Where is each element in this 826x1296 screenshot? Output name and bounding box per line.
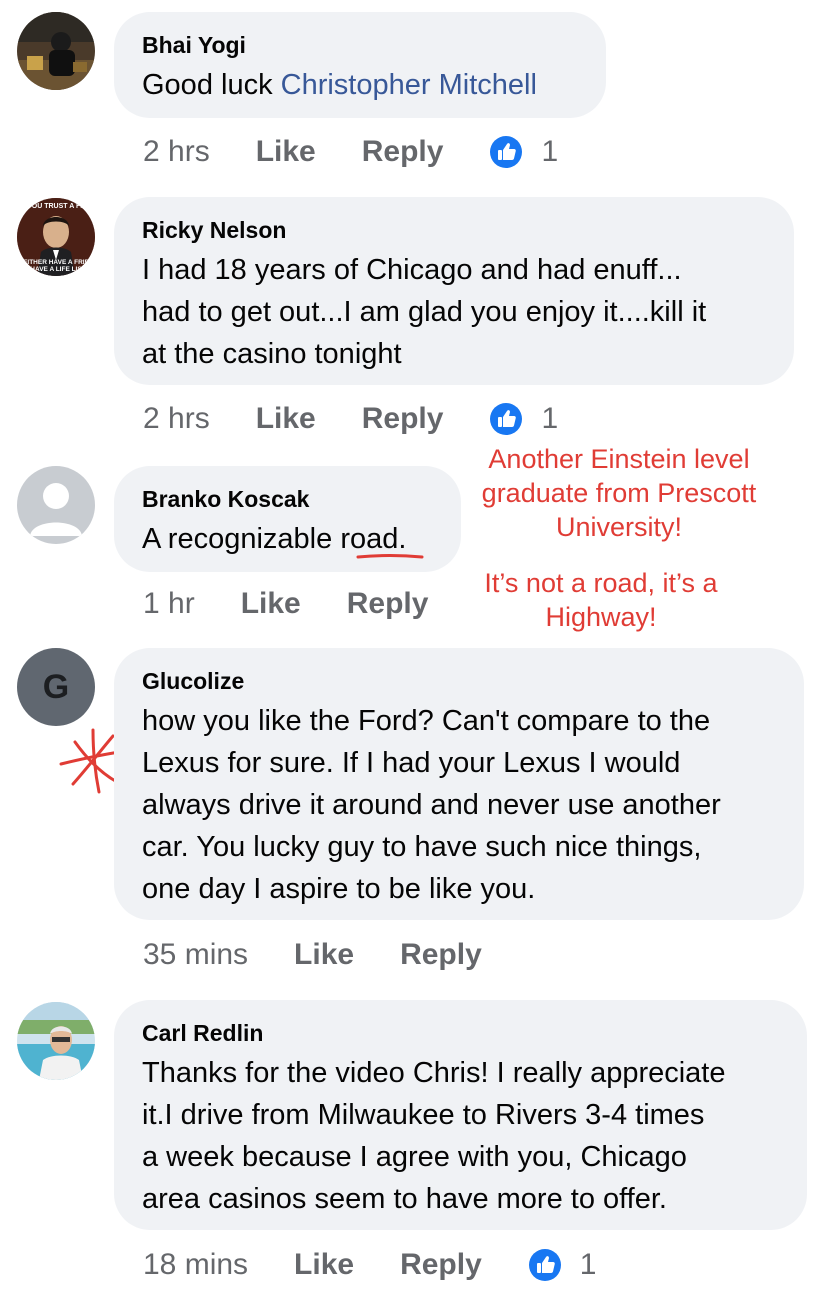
like-reaction-icon [528,1249,561,1281]
reply-button[interactable]: Reply [347,587,429,621]
comment-text-line: Lexus for sure. If I had your Lexus I wo… [142,747,681,779]
avatar-caption-bottom: NEITHER HAVE A FRIEN [18,259,94,266]
reaction-summary[interactable]: 1 [489,135,558,169]
default-avatar-icon [17,466,95,544]
avatar-caption-bottom-2: HAVE A LIFE LIS [30,266,82,273]
annotation-line: graduate from Prescott [481,478,757,508]
like-reaction-icon [490,136,523,168]
like-button[interactable]: Like [256,135,316,169]
like-button[interactable]: Like [256,402,316,436]
avatar-branko-koscak[interactable] [17,466,95,544]
annotation-note-1: Another Einstein level graduate from Pre… [462,442,776,544]
annotation-line: Another Einstein level [488,444,750,474]
comment-timestamp[interactable]: 18 mins [143,1248,248,1282]
comment-author[interactable]: Branko Koscak [142,486,433,512]
comment-text-line: a week because I agree with you, Chicago [142,1141,687,1173]
comment-text-line: how you like the Ford? Can't compare to … [142,705,711,737]
red-underline-mark [356,554,424,559]
avatar-carl-redlin[interactable] [17,1002,95,1080]
annotation-line: It’s not a road, it’s a [484,568,718,598]
comment-actions: 1 hr Like Reply [143,584,474,624]
like-button[interactable]: Like [294,1248,354,1282]
comment-text-line: area casinos seem to have more to offer. [142,1183,667,1215]
comment-text-line: car. You lucky guy to have such nice thi… [142,831,702,863]
reaction-summary[interactable]: 1 [489,402,558,436]
reply-button[interactable]: Reply [362,402,444,436]
underlined-word: road [340,523,399,555]
annotation-note-2: It’s not a road, it’s a Highway! [456,566,746,634]
comment-timestamp[interactable]: 35 mins [143,938,248,972]
avatar-photo: YOU TRUST A FE NEITHER HAVE A FRIEN HAVE… [17,198,95,276]
reaction-count: 1 [541,402,559,435]
avatar-letter: G [42,667,70,706]
comment-text-line: it.I drive from Milwaukee to Rivers 3-4 … [142,1099,705,1131]
comment-bubble-ricky-nelson: Ricky Nelson I had 18 years of Chicago a… [114,197,794,385]
comment-bubble-glucolize: Glucolize how you like the Ford? Can't c… [114,648,804,920]
like-button[interactable]: Like [241,587,301,621]
comment-timestamp[interactable]: 1 hr [143,587,195,621]
reaction-count: 1 [541,135,559,168]
like-reaction-icon [490,403,523,435]
avatar-caption-top: YOU TRUST A FE [27,203,85,210]
comment-author[interactable]: Carl Redlin [142,1020,779,1046]
comment-text-body: Good luck [142,69,281,101]
comment-timestamp[interactable]: 2 hrs [143,402,210,436]
avatar-photo [17,1002,95,1080]
comment-text-line: Thanks for the video Chris! I really app… [142,1057,726,1089]
annotation-line: University! [555,512,683,542]
reaction-summary[interactable]: 1 [528,1248,597,1282]
comment-author[interactable]: Ricky Nelson [142,217,766,243]
comment-text: Good luck Christopher Mitchell [142,64,578,106]
comment-actions: 35 mins Like Reply [143,935,528,975]
reply-button[interactable]: Reply [400,938,482,972]
reply-button[interactable]: Reply [362,135,444,169]
comment-actions: 18 mins Like Reply 1 [143,1245,596,1285]
like-button[interactable]: Like [294,938,354,972]
comment-text-line: had to get out...I am glad you enjoy it.… [142,296,707,328]
reply-button[interactable]: Reply [400,1248,482,1282]
avatar-glucolize[interactable]: G [17,648,95,726]
comment-text-line: I had 18 years of Chicago and had enuff.… [142,254,682,286]
mention-link[interactable]: Christopher Mitchell [281,69,537,101]
comment-timestamp[interactable]: 2 hrs [143,135,210,169]
avatar-bhai-yogi[interactable] [17,12,95,90]
comment-bubble-carl-redlin: Carl Redlin Thanks for the video Chris! … [114,1000,807,1230]
comment-text-line: always drive it around and never use ano… [142,789,721,821]
reaction-count: 1 [579,1248,597,1281]
annotation-line: Highway! [545,602,657,632]
comment-text-end: . [398,523,407,555]
comment-bubble-bhai-yogi: Bhai Yogi Good luck Christopher Mitchell [114,12,606,118]
comment-text-line: at the casino tonight [142,338,402,370]
comment-text-body: A recognizable [142,523,341,555]
comment-author[interactable]: Glucolize [142,668,776,694]
comment-text-line: one day I aspire to be like you. [142,873,536,905]
comment-actions: 2 hrs Like Reply 1 [143,399,558,439]
avatar-photo [17,12,95,90]
avatar-ricky-nelson[interactable]: YOU TRUST A FE NEITHER HAVE A FRIEN HAVE… [17,198,95,276]
comment-actions: 2 hrs Like Reply 1 [143,132,558,172]
comment-author[interactable]: Bhai Yogi [142,32,578,58]
